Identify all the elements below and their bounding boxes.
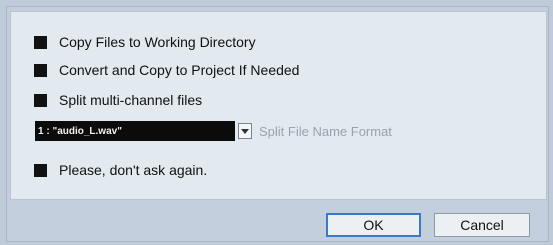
dont-ask-option[interactable]: Please, don't ask again.	[34, 161, 207, 179]
convert-copy-option[interactable]: Convert and Copy to Project If Needed	[34, 61, 299, 79]
split-file-selected-value: 1 : "audio_L.wav"	[38, 125, 122, 137]
split-file-format-row: 1 : "audio_L.wav" Split File Name Format	[35, 121, 392, 141]
copy-files-label: Copy Files to Working Directory	[59, 34, 256, 50]
split-file-dropdown[interactable]: 1 : "audio_L.wav"	[35, 121, 235, 141]
copy-files-checkbox[interactable]	[34, 35, 47, 49]
dont-ask-checkbox[interactable]	[34, 163, 47, 177]
dropdown-arrow-button[interactable]	[238, 123, 252, 139]
convert-copy-label: Convert and Copy to Project If Needed	[59, 62, 300, 78]
cancel-button-label: Cancel	[460, 217, 504, 233]
options-panel: Copy Files to Working Directory Convert …	[10, 11, 547, 200]
ok-button[interactable]: OK	[326, 213, 421, 237]
dont-ask-label: Please, don't ask again.	[59, 162, 208, 178]
ok-button-label: OK	[363, 217, 384, 233]
chevron-down-icon	[241, 128, 249, 134]
split-multichannel-option[interactable]: Split multi-channel files	[34, 91, 202, 109]
split-file-format-label: Split File Name Format	[259, 123, 392, 139]
split-multichannel-checkbox[interactable]	[34, 93, 47, 107]
split-multichannel-label: Split multi-channel files	[59, 92, 203, 108]
convert-copy-checkbox[interactable]	[34, 63, 47, 77]
cancel-button[interactable]: Cancel	[434, 213, 530, 237]
copy-files-option[interactable]: Copy Files to Working Directory	[34, 33, 256, 51]
